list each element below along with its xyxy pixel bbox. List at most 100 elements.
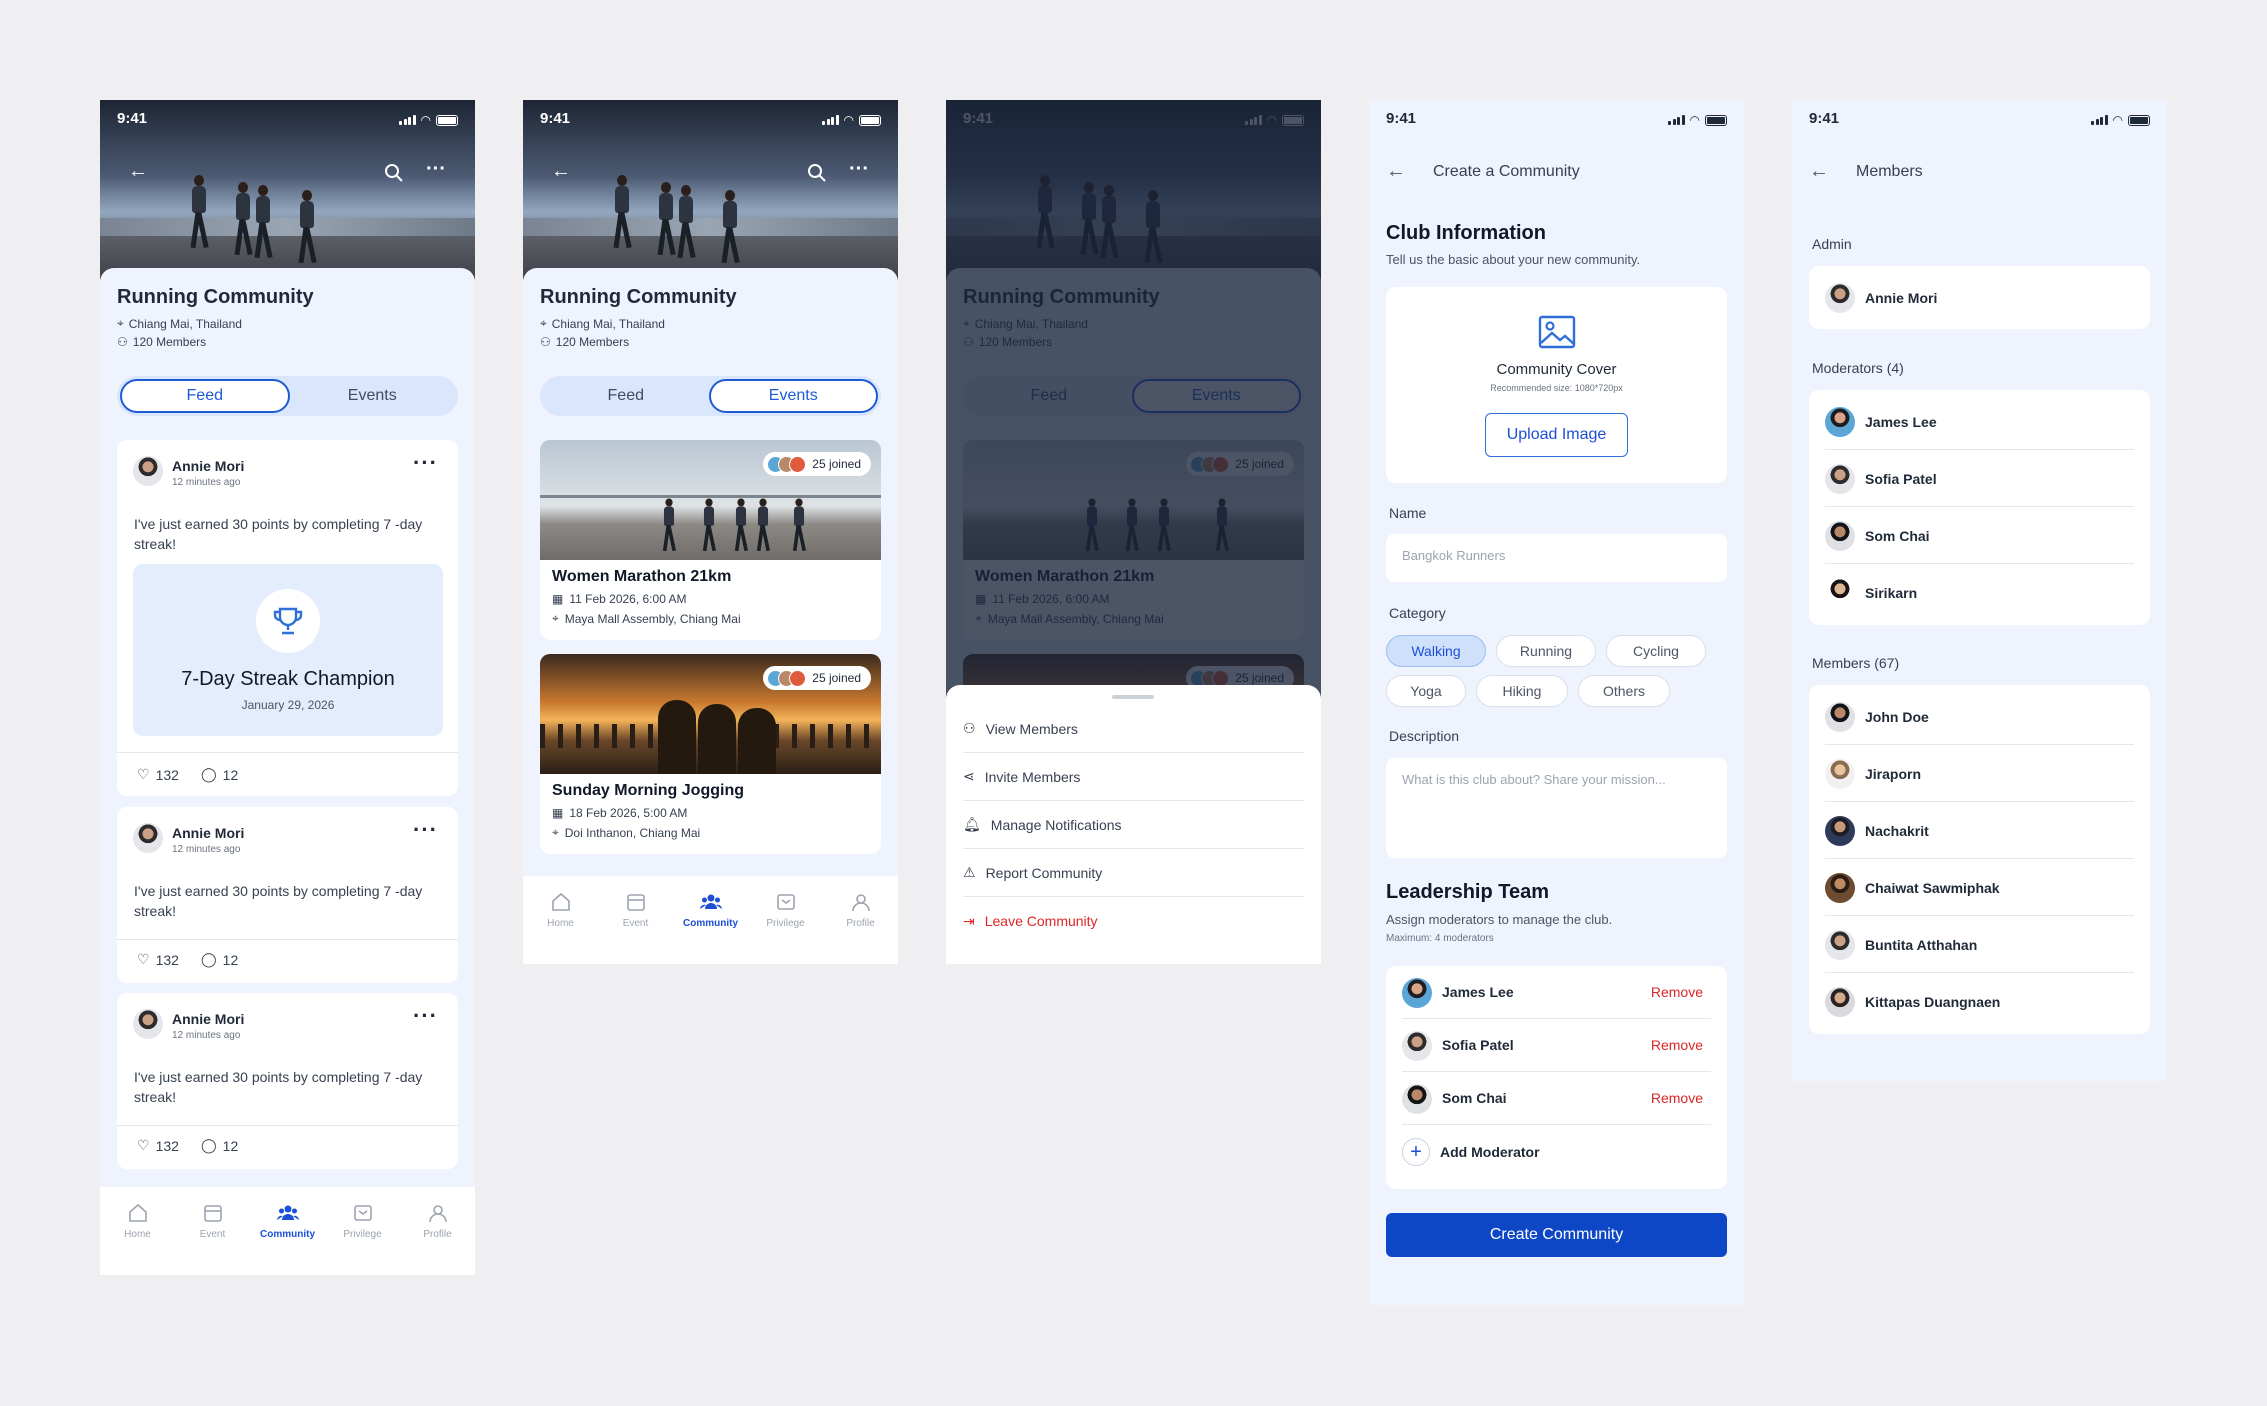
tab-events[interactable]: Events bbox=[290, 379, 456, 413]
back-arrow-icon[interactable]: ← bbox=[551, 160, 571, 183]
more-icon[interactable]: ··· bbox=[426, 158, 446, 181]
community-menu-screen: 9:41 ◠ Running Community ⌖Chiang Mai, Th… bbox=[946, 100, 1321, 964]
comment-icon[interactable]: ◯ bbox=[201, 1137, 217, 1154]
tab-events[interactable]: Events bbox=[708, 379, 878, 413]
add-moderator-button[interactable]: + Add Moderator bbox=[1402, 1138, 1540, 1166]
member-row[interactable]: Chaiwat Sawmiphak bbox=[1825, 859, 2134, 916]
heart-icon[interactable]: ♡ bbox=[137, 1137, 150, 1154]
nav-profile[interactable]: Profile bbox=[408, 1202, 468, 1275]
category-chip-hiking[interactable]: Hiking bbox=[1476, 675, 1568, 707]
description-input[interactable]: What is this club about? Share your miss… bbox=[1386, 758, 1727, 858]
search-icon[interactable] bbox=[807, 163, 827, 183]
avatar-stack bbox=[767, 455, 807, 473]
post-more-icon[interactable]: ··· bbox=[413, 1003, 438, 1029]
member-name: Chaiwat Sawmiphak bbox=[1865, 880, 2000, 896]
category-chip-walking[interactable]: Walking bbox=[1386, 635, 1486, 667]
back-arrow-icon[interactable]: ← bbox=[128, 160, 148, 183]
menu-report-community[interactable]: ⚠︎ Report Community bbox=[963, 849, 1304, 897]
battery-icon bbox=[859, 114, 881, 126]
section-title: Club Information bbox=[1386, 222, 1546, 244]
nav-event[interactable]: Event bbox=[606, 891, 666, 964]
tab-feed[interactable]: Feed bbox=[120, 379, 290, 413]
menu-leave-community[interactable]: ⇥ Leave Community bbox=[963, 897, 1304, 945]
avatar[interactable] bbox=[133, 1009, 163, 1039]
member-row[interactable]: Jiraporn bbox=[1825, 745, 2134, 802]
wifi-icon: ◠ bbox=[843, 113, 854, 127]
image-icon bbox=[1538, 315, 1576, 349]
calendar-icon: ▦ bbox=[552, 806, 564, 820]
member-row[interactable]: John Doe bbox=[1825, 688, 2134, 745]
page-title: Members bbox=[1856, 163, 1923, 180]
back-arrow-icon[interactable]: ← bbox=[1386, 160, 1406, 183]
member-row[interactable]: Annie Mori bbox=[1825, 269, 2134, 326]
avatar[interactable] bbox=[133, 823, 163, 853]
moderators-list: James Lee Sofia Patel Som Chai Sirikarn bbox=[1809, 390, 2150, 625]
menu-view-members-label: View Members bbox=[985, 720, 1078, 737]
menu-manage-notifications[interactable]: 🔔︎ Manage Notifications bbox=[963, 801, 1304, 849]
tab-feed[interactable]: Feed bbox=[543, 379, 709, 413]
nav-privilege[interactable]: Privilege bbox=[333, 1202, 393, 1275]
member-row[interactable]: Nachakrit bbox=[1825, 802, 2134, 859]
back-arrow-icon[interactable]: ← bbox=[1809, 160, 1829, 183]
comment-icon[interactable]: ◯ bbox=[201, 951, 217, 968]
heart-icon[interactable]: ♡ bbox=[137, 766, 150, 783]
nav-privilege-label: Privilege bbox=[766, 918, 805, 929]
nav-community[interactable]: Community bbox=[258, 1202, 318, 1275]
post-author[interactable]: Annie Mori bbox=[172, 825, 244, 841]
profile-icon bbox=[428, 1205, 447, 1223]
menu-view-members[interactable]: ⚇ View Members bbox=[963, 705, 1304, 753]
upload-image-button[interactable]: Upload Image bbox=[1485, 413, 1628, 457]
add-moderator-label: Add Moderator bbox=[1440, 1144, 1540, 1160]
community-title: Running Community bbox=[117, 286, 314, 308]
create-community-button[interactable]: Create Community bbox=[1386, 1213, 1727, 1257]
avatar bbox=[1825, 521, 1855, 551]
category-chip-cycling[interactable]: Cycling bbox=[1606, 635, 1706, 667]
name-input[interactable]: Bangkok Runners bbox=[1386, 534, 1727, 582]
page-title: Create a Community bbox=[1433, 163, 1580, 180]
nav-home[interactable]: Home bbox=[108, 1202, 168, 1275]
community-icon bbox=[276, 1205, 299, 1220]
post-author[interactable]: Annie Mori bbox=[172, 1011, 244, 1027]
member-row[interactable]: Buntita Atthahan bbox=[1825, 916, 2134, 973]
community-members-count: 120 Members bbox=[132, 335, 207, 349]
member-row[interactable]: Kittapas Duangnaen bbox=[1825, 973, 2134, 1030]
nav-privilege[interactable]: Privilege bbox=[756, 891, 816, 964]
leader-name: James Lee bbox=[1442, 984, 1514, 1000]
avatar[interactable] bbox=[133, 456, 163, 486]
post-author[interactable]: Annie Mori bbox=[172, 458, 244, 474]
remove-button[interactable]: Remove bbox=[1651, 1090, 1703, 1106]
member-row[interactable]: Sofia Patel bbox=[1825, 450, 2134, 507]
status-bar: 9:41 ◠ bbox=[1369, 100, 1744, 140]
search-icon[interactable] bbox=[384, 163, 404, 183]
post-more-icon[interactable]: ··· bbox=[413, 450, 438, 476]
comment-count: 12 bbox=[222, 766, 239, 783]
status-time: 9:41 bbox=[1386, 110, 1417, 127]
member-row[interactable]: James Lee bbox=[1825, 393, 2134, 450]
member-row[interactable]: Sirikarn bbox=[1825, 564, 2134, 621]
post-card: Annie Mori 12 minutes ago ··· I've just … bbox=[117, 807, 458, 983]
member-row[interactable]: Som Chai bbox=[1825, 507, 2134, 564]
post-more-icon[interactable]: ··· bbox=[413, 817, 438, 843]
menu-invite-members[interactable]: ⋖ Invite Members bbox=[963, 753, 1304, 801]
nav-home[interactable]: Home bbox=[531, 891, 591, 964]
section-subtitle: Tell us the basic about your new communi… bbox=[1386, 252, 1641, 267]
remove-button[interactable]: Remove bbox=[1651, 1037, 1703, 1053]
category-chip-yoga[interactable]: Yoga bbox=[1386, 675, 1466, 707]
remove-button[interactable]: Remove bbox=[1651, 984, 1703, 1000]
comment-icon[interactable]: ◯ bbox=[201, 766, 217, 783]
category-chip-running[interactable]: Running bbox=[1496, 635, 1596, 667]
heart-icon[interactable]: ♡ bbox=[137, 951, 150, 968]
nav-community-label: Community bbox=[683, 918, 738, 929]
sheet-handle[interactable] bbox=[1112, 695, 1154, 699]
leader-name: Sofia Patel bbox=[1442, 1037, 1514, 1053]
event-card[interactable]: 25 joined Sunday Morning Jogging ▦ 18 Feb… bbox=[540, 654, 881, 854]
category-chip-others[interactable]: Others bbox=[1578, 675, 1670, 707]
community-icon bbox=[699, 894, 722, 909]
nav-profile[interactable]: Profile bbox=[831, 891, 891, 964]
more-icon[interactable]: ··· bbox=[849, 158, 869, 181]
nav-event[interactable]: Event bbox=[183, 1202, 243, 1275]
event-place: Doi Inthanon, Chiang Mai bbox=[564, 825, 701, 840]
nav-community[interactable]: Community bbox=[681, 891, 741, 964]
nav-home-label: Home bbox=[547, 918, 574, 929]
event-card[interactable]: 25 joined Women Marathon 21km ▦ 11 Feb 20… bbox=[540, 440, 881, 640]
